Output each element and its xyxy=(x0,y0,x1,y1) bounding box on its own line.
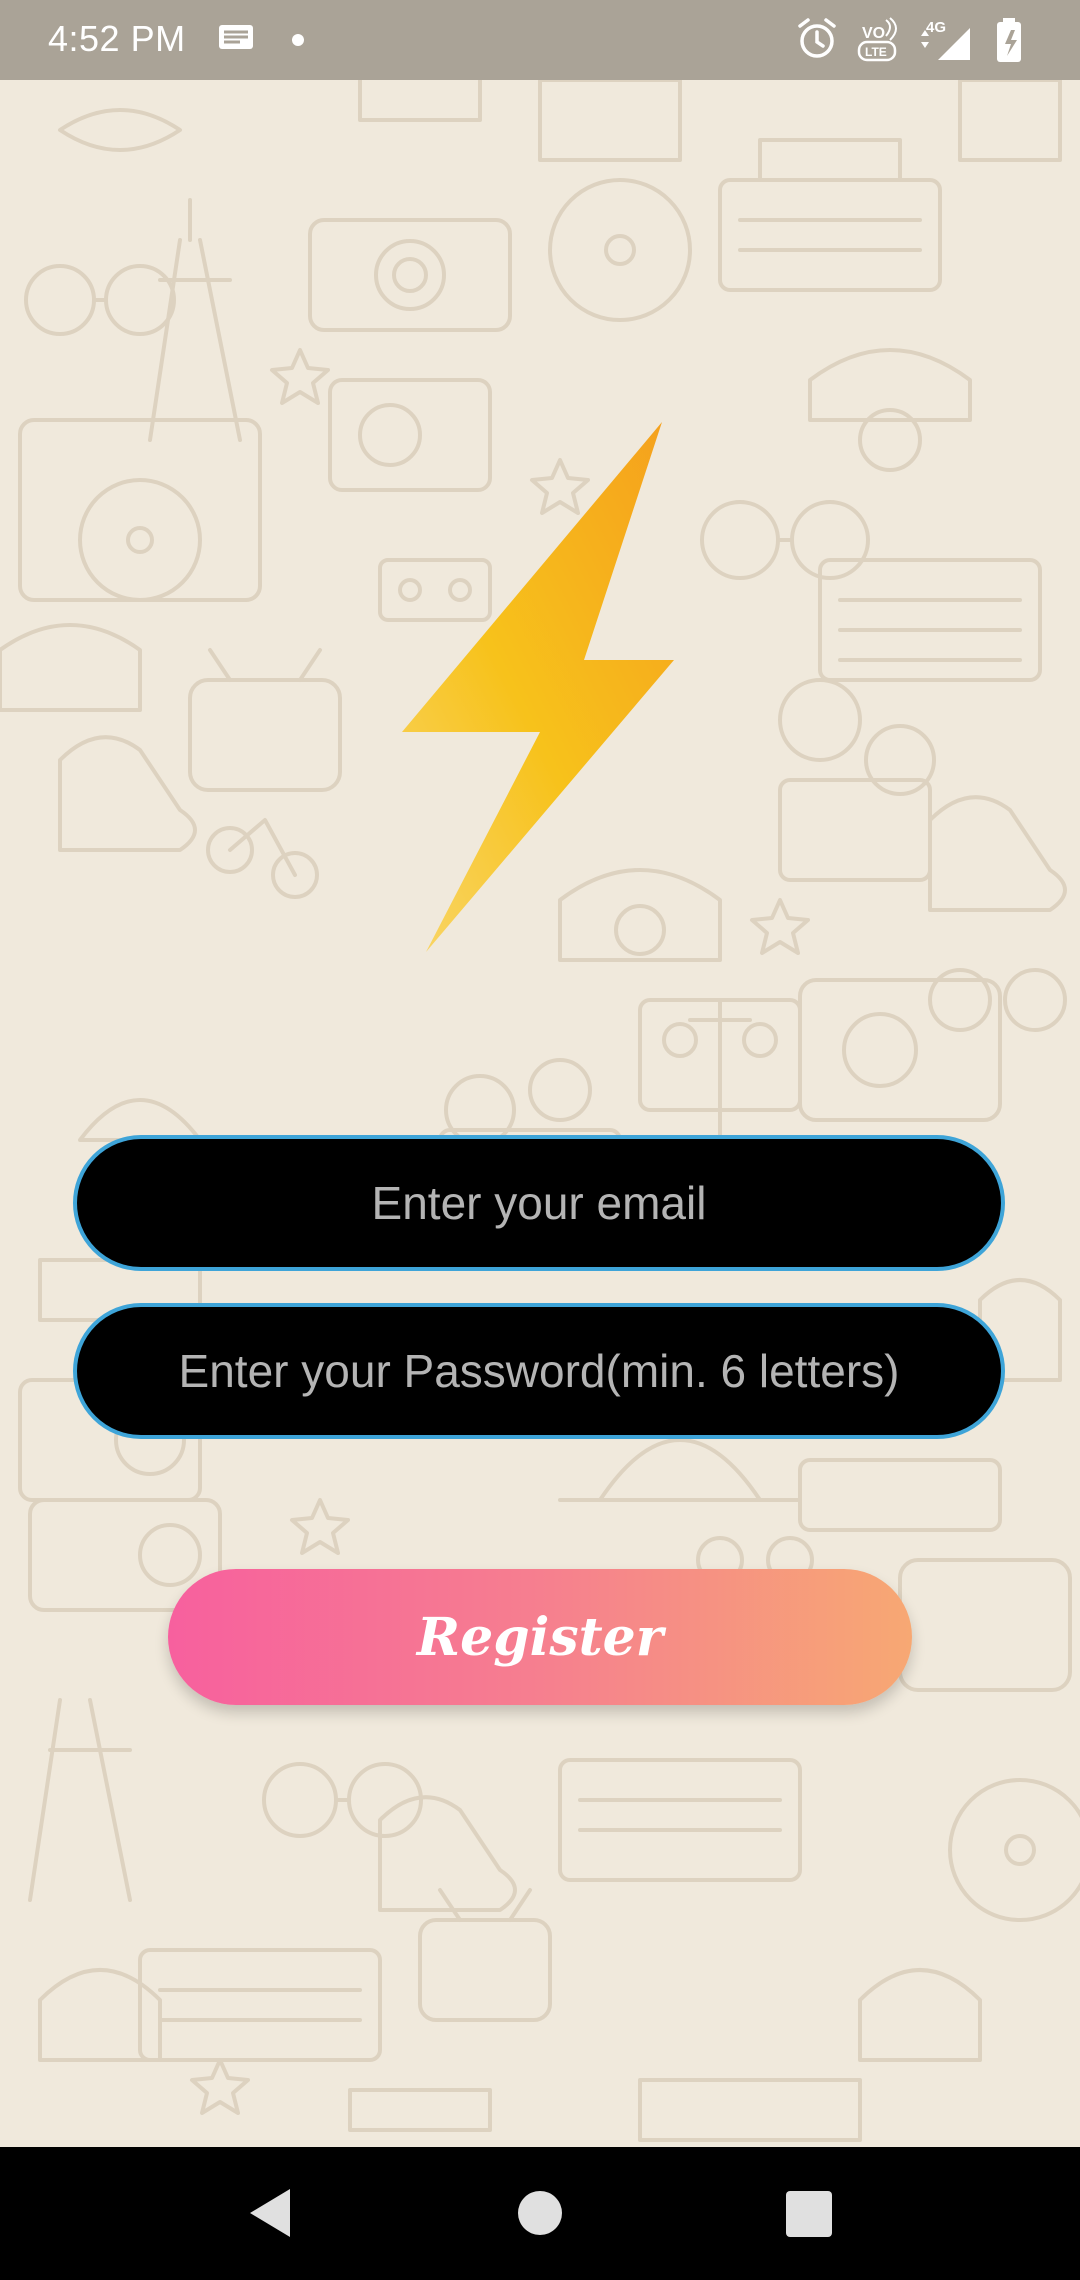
signal-icon: 4G xyxy=(921,19,970,60)
register-button-label: Register xyxy=(416,1606,664,1668)
status-bar: 4:52 PM VO LTE 4G xyxy=(0,0,1080,80)
notification-dot-icon xyxy=(292,34,304,46)
message-icon xyxy=(219,25,253,49)
password-field[interactable] xyxy=(73,1303,1005,1439)
recents-icon[interactable] xyxy=(786,2191,832,2237)
register-screen: 4:52 PM VO LTE 4G Enter your email Regis… xyxy=(0,0,1080,2280)
network-type-label: 4G xyxy=(926,19,946,36)
email-field[interactable] xyxy=(73,1135,1005,1271)
lightning-bolt-icon xyxy=(402,422,674,952)
email-input[interactable] xyxy=(77,1138,1001,1268)
battery-icon xyxy=(997,18,1021,62)
volte-icon: VO LTE xyxy=(857,17,897,62)
svg-text:VO: VO xyxy=(862,25,885,42)
svg-text:LTE: LTE xyxy=(865,45,887,59)
password-input[interactable] xyxy=(77,1306,1001,1436)
status-icons: VO LTE 4G xyxy=(794,16,1044,64)
back-icon[interactable] xyxy=(240,2183,300,2243)
status-time: 4:52 PM xyxy=(48,18,186,59)
register-button[interactable]: Register xyxy=(168,1569,912,1705)
alarm-icon xyxy=(798,18,836,58)
navigation-bar xyxy=(0,2147,1080,2280)
home-icon[interactable] xyxy=(518,2191,562,2235)
